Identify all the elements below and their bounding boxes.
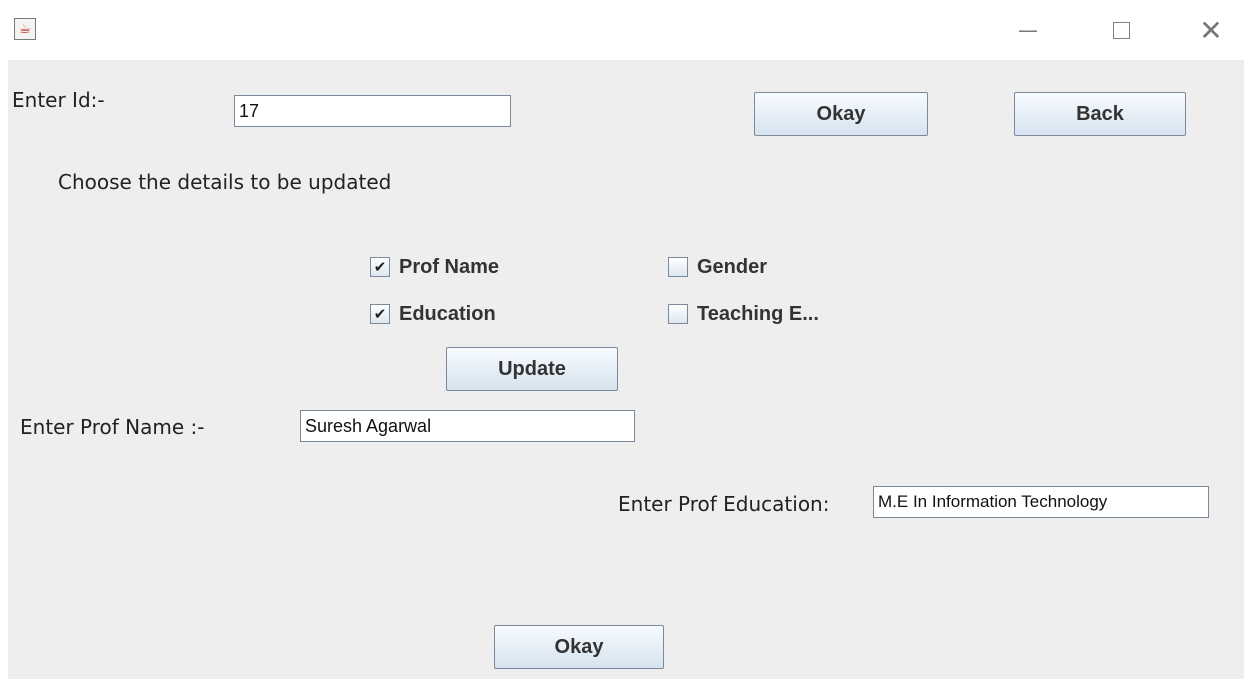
id-input[interactable]: 17 — [234, 95, 511, 127]
okay-bottom-button[interactable]: Okay — [494, 625, 664, 669]
close-button[interactable]: ✕ — [1188, 12, 1234, 48]
title-bar: ☕ — ✕ — [0, 0, 1250, 60]
prof-education-input[interactable]: M.E In Information Technology — [873, 486, 1209, 518]
maximize-icon — [1112, 21, 1130, 39]
checkbox-box: ✔ — [370, 304, 390, 324]
checkbox-box — [668, 257, 688, 277]
checkbox-label: Gender — [697, 255, 768, 278]
prof-education-label: Enter Prof Education: — [618, 492, 830, 516]
checkbox-box — [668, 304, 688, 324]
prof-name-input[interactable]: Suresh Agarwal — [300, 410, 635, 442]
checkbox-box: ✔ — [370, 257, 390, 277]
minimize-button[interactable]: — — [1005, 12, 1051, 48]
checkbox-label: Education — [399, 302, 496, 325]
okay-top-button[interactable]: Okay — [754, 92, 928, 136]
checkbox-teaching-experience[interactable]: Teaching E... — [668, 301, 819, 327]
back-button[interactable]: Back — [1014, 92, 1186, 136]
id-label: Enter Id:- — [12, 88, 105, 112]
checkbox-gender[interactable]: Gender — [668, 254, 767, 280]
checkbox-label: Prof Name — [399, 255, 500, 278]
java-cup-icon: ☕ — [14, 18, 36, 40]
prof-name-label: Enter Prof Name :- — [20, 415, 205, 439]
checkbox-label: Teaching E... — [697, 302, 819, 325]
maximize-button[interactable] — [1098, 12, 1144, 48]
checkbox-prof-name[interactable]: ✔ Prof Name — [370, 254, 499, 280]
update-button[interactable]: Update — [446, 347, 618, 391]
form-panel: Enter Id:- 17 Okay Back Choose the detai… — [8, 60, 1244, 679]
checkbox-education[interactable]: ✔ Education — [370, 301, 496, 327]
choose-details-label: Choose the details to be updated — [58, 170, 392, 194]
